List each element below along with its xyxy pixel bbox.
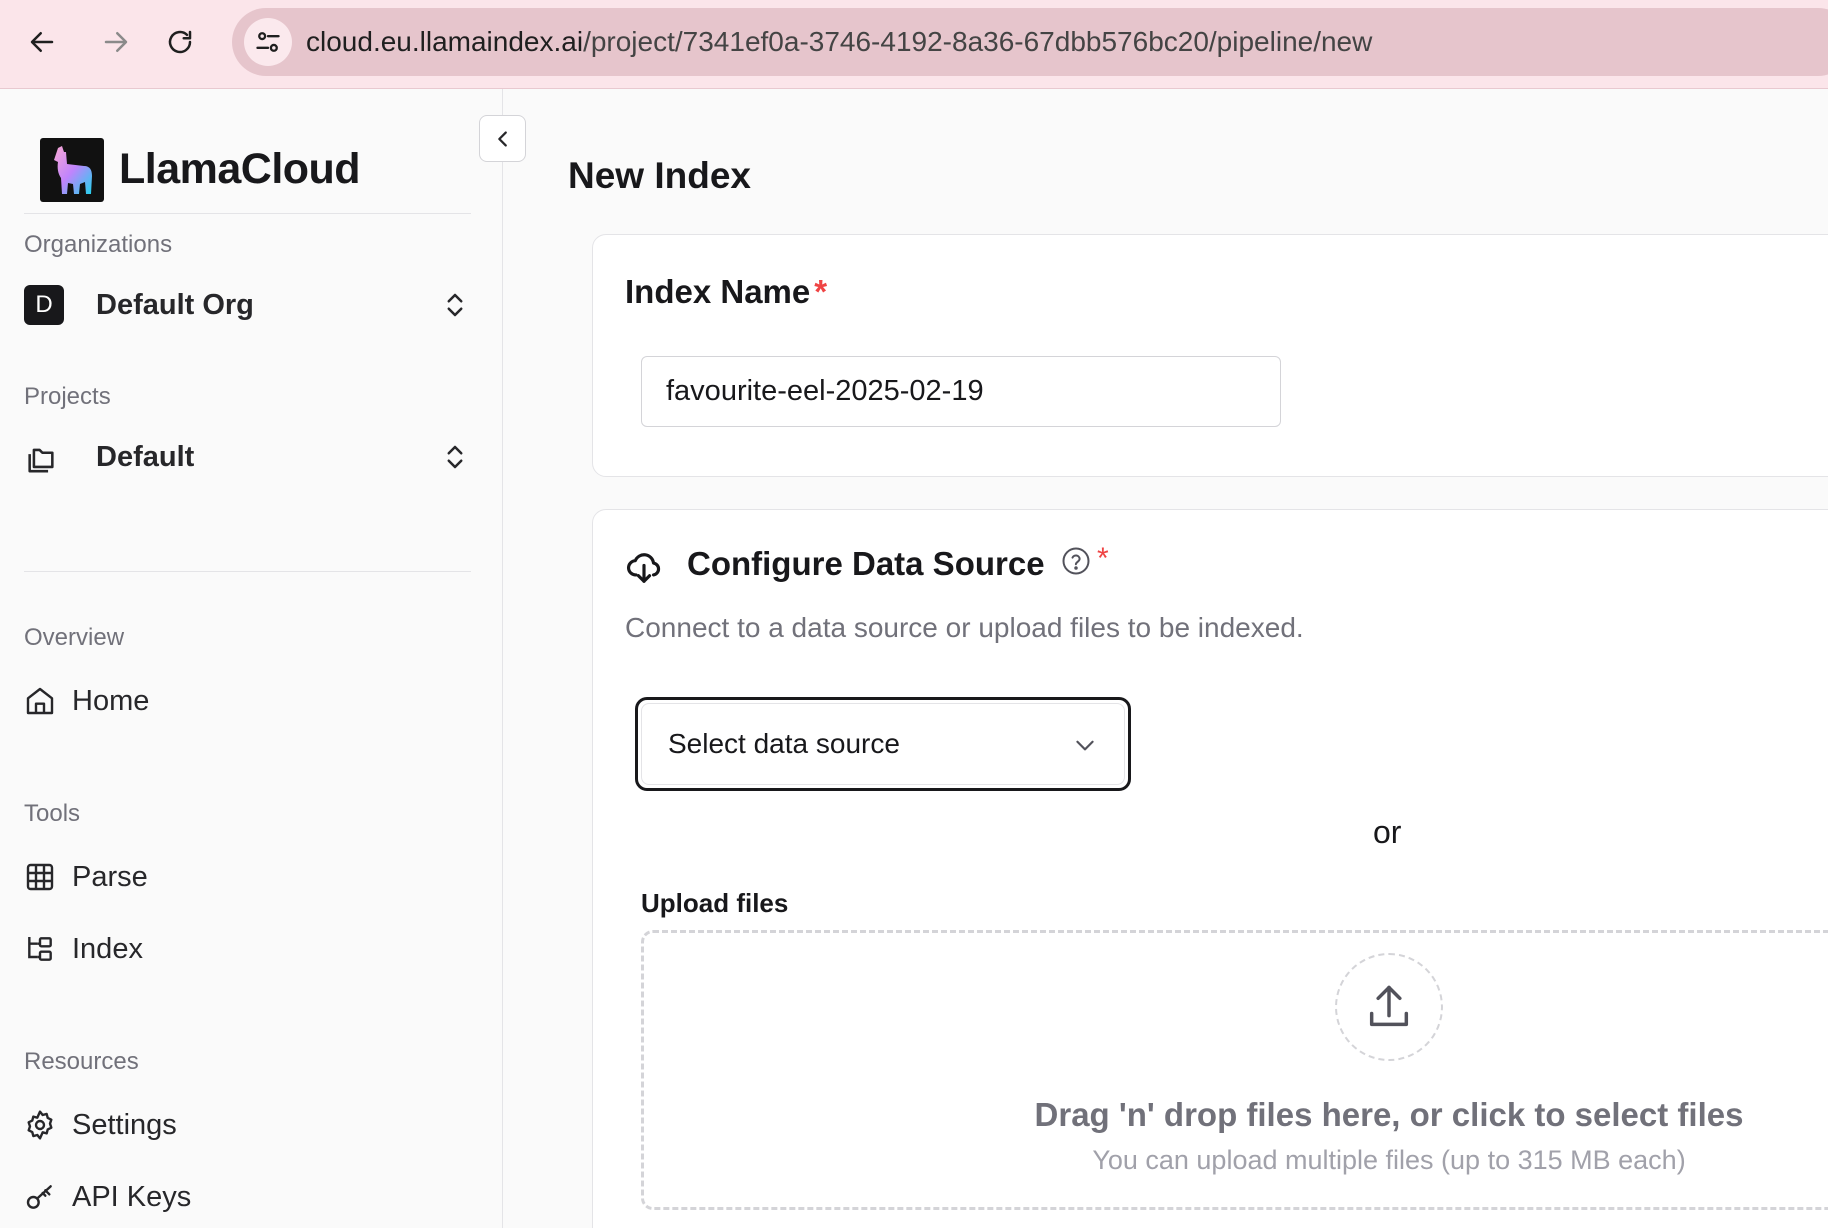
org-switcher[interactable]: D Default Org	[24, 280, 470, 330]
section-label-overview: Overview	[24, 624, 125, 651]
index-name-label: Index Name *	[625, 273, 827, 311]
section-label-tools: Tools	[24, 800, 81, 827]
required-mark: *	[814, 273, 828, 310]
org-avatar: D	[24, 285, 64, 325]
sidebar-item-label: Index	[72, 932, 143, 965]
home-icon	[26, 687, 54, 715]
chevron-left-icon	[497, 130, 507, 147]
projects-label: Projects	[24, 383, 111, 410]
sidebar: LlamaCloud Organizations D Default Org P…	[0, 89, 503, 1228]
organizations-label: Organizations	[24, 231, 173, 258]
chevron-down-icon	[1076, 740, 1094, 751]
browser-toolbar: cloud.eu.llamaindex.ai/project/7341ef0a-…	[0, 0, 1828, 89]
grid-icon	[26, 863, 54, 891]
back-button[interactable]	[22, 22, 62, 62]
sidebar-item-settings[interactable]: Settings	[24, 1103, 177, 1147]
index-name-label-text: Index Name	[625, 273, 811, 310]
llamacloud-logo	[40, 138, 104, 202]
sidebar-item-parse[interactable]: Parse	[24, 855, 148, 899]
key-icon	[26, 1185, 52, 1209]
data-source-card: Configure Data Source * Connect to a dat…	[592, 509, 1828, 1228]
sidebar-item-label: Settings	[72, 1108, 177, 1141]
main-content: New Index Index Name* Configure Data Sou…	[504, 89, 1828, 1228]
sidebar-item-api-keys[interactable]: API Keys	[24, 1175, 191, 1219]
index-name-card: Index Name *	[592, 234, 1828, 477]
index-name-input[interactable]	[641, 356, 1281, 427]
sidebar-item-label: Home	[72, 684, 150, 717]
gear-icon	[27, 1110, 53, 1140]
divider	[24, 571, 471, 572]
sidebar-item-index[interactable]: Index	[24, 927, 143, 971]
project-name: Default	[96, 440, 195, 473]
data-source-select-value: Select data source	[668, 728, 900, 759]
arrow-left-icon	[30, 32, 54, 52]
url-path: /project/7341ef0a-3746-4192-8a36-67dbb57…	[583, 26, 1373, 57]
or-separator: or	[1373, 814, 1402, 850]
upload-icon	[1369, 985, 1409, 1027]
dropzone-title: Drag 'n' drop files here, or click to se…	[1034, 1096, 1744, 1133]
site-info-button[interactable]	[244, 18, 292, 66]
folders-icon	[28, 448, 54, 473]
configure-data-source-title: Configure Data Source	[687, 545, 1045, 582]
tune-icon	[256, 32, 280, 52]
upload-icon-container	[1335, 953, 1443, 1061]
data-source-description: Connect to a data source or upload files…	[625, 612, 1304, 643]
reload-icon	[168, 30, 192, 54]
forward-button[interactable]	[96, 22, 136, 62]
url-host: cloud.eu.llamaindex.ai	[306, 26, 584, 57]
sidebar-item-label: API Keys	[72, 1180, 192, 1213]
arrow-right-icon	[104, 32, 128, 52]
divider	[24, 213, 471, 214]
collapse-sidebar-button[interactable]	[479, 115, 526, 162]
tree-icon	[28, 937, 52, 961]
dropzone-subtitle: You can upload multiple files (up to 315…	[1092, 1145, 1686, 1175]
sidebar-item-home[interactable]: Home	[24, 679, 149, 723]
reload-button[interactable]	[160, 22, 200, 62]
upload-files-label: Upload files	[641, 888, 789, 918]
project-switcher[interactable]: Default	[24, 432, 470, 482]
help-circle-icon[interactable]	[1061, 546, 1091, 576]
cloud-download-icon	[626, 553, 661, 583]
required-mark: *	[1097, 542, 1109, 575]
org-name: Default Org	[96, 288, 254, 321]
chevrons-up-down-icon	[447, 445, 463, 469]
file-dropzone[interactable]: Drag 'n' drop files here, or click to se…	[641, 930, 1828, 1210]
page-title: New Index	[568, 155, 751, 196]
sidebar-item-label: Parse	[72, 860, 148, 893]
data-source-select[interactable]: Select data source	[641, 703, 1125, 785]
address-bar[interactable]: cloud.eu.llamaindex.ai/project/7341ef0a-…	[232, 8, 1828, 76]
chevrons-up-down-icon	[447, 293, 463, 317]
url-text[interactable]: cloud.eu.llamaindex.ai/project/7341ef0a-…	[306, 26, 1372, 58]
section-label-resources: Resources	[24, 1048, 139, 1075]
brand-name: LlamaCloud	[119, 145, 361, 193]
